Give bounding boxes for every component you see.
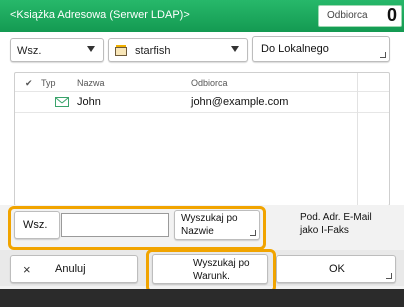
recipients-label: Odbiorca [327, 10, 368, 21]
list-header: ✔ Typ Nazwa Odbiorca [15, 73, 389, 91]
list-scrollbar[interactable] [357, 73, 390, 205]
chevron-down-icon [87, 46, 95, 52]
email-icon [55, 97, 69, 107]
email-ifax-info-line1: Pod. Adr. E-Mail [300, 212, 372, 223]
ok-label: OK [329, 263, 345, 275]
recipients-counter: Odbiorca 0 [318, 5, 402, 27]
filter-value: Wsz. [17, 45, 42, 57]
email-ifax-info-line2: jako I-Faks [300, 225, 349, 236]
search-scope-label: Wsz. [23, 219, 48, 231]
toolbar: Wsz. starfish Do Lokalnego [0, 32, 404, 68]
to-local-button[interactable]: Do Lokalnego [252, 36, 390, 62]
recipients-count: 0 [386, 5, 397, 25]
search-by-conditions-button[interactable]: Wyszukaj po Warunk. [152, 254, 268, 284]
ok-button[interactable]: OK [276, 255, 396, 283]
search-by-name-line1: Wyszukaj po [181, 213, 238, 224]
resize-icon [380, 52, 386, 58]
name-header: Nazwa [77, 78, 105, 88]
search-by-name-button[interactable]: Wyszukaj po Nazwie [174, 210, 260, 240]
list-item[interactable]: John john@example.com [15, 91, 389, 113]
title-bar: <Książka Adresowa (Serwer LDAP)> Odbiorc… [0, 0, 404, 32]
address-list: ✔ Typ Nazwa Odbiorca John john@example.c… [14, 72, 390, 206]
resize-icon [250, 230, 256, 236]
book-icon [115, 45, 127, 56]
address-book-dropdown[interactable]: starfish [108, 38, 248, 62]
recipient-header: Odbiorca [191, 78, 228, 88]
filter-dropdown[interactable]: Wsz. [10, 38, 104, 62]
type-header: Typ [41, 78, 56, 88]
row-name: John [77, 96, 101, 108]
cancel-label: Anuluj [55, 263, 86, 275]
search-by-conditions-line1: Wyszukaj po [193, 258, 250, 269]
search-input[interactable] [61, 213, 169, 237]
address-book-value: starfish [135, 45, 171, 57]
cancel-button[interactable]: × Anuluj [10, 255, 138, 283]
address-book-title: <Książka Adresowa (Serwer LDAP)> [10, 9, 190, 21]
checkmark-header: ✔ [25, 78, 33, 88]
search-scope-button[interactable]: Wsz. [14, 211, 60, 239]
search-by-name-line2: Nazwie [181, 226, 214, 237]
search-by-conditions-line2: Warunk. [193, 271, 230, 282]
chevron-down-icon [231, 46, 239, 52]
resize-icon [386, 273, 392, 279]
row-recipient: john@example.com [191, 96, 289, 108]
close-icon: × [23, 262, 31, 277]
footer-bar [0, 289, 404, 307]
to-local-label: Do Lokalnego [261, 43, 329, 55]
